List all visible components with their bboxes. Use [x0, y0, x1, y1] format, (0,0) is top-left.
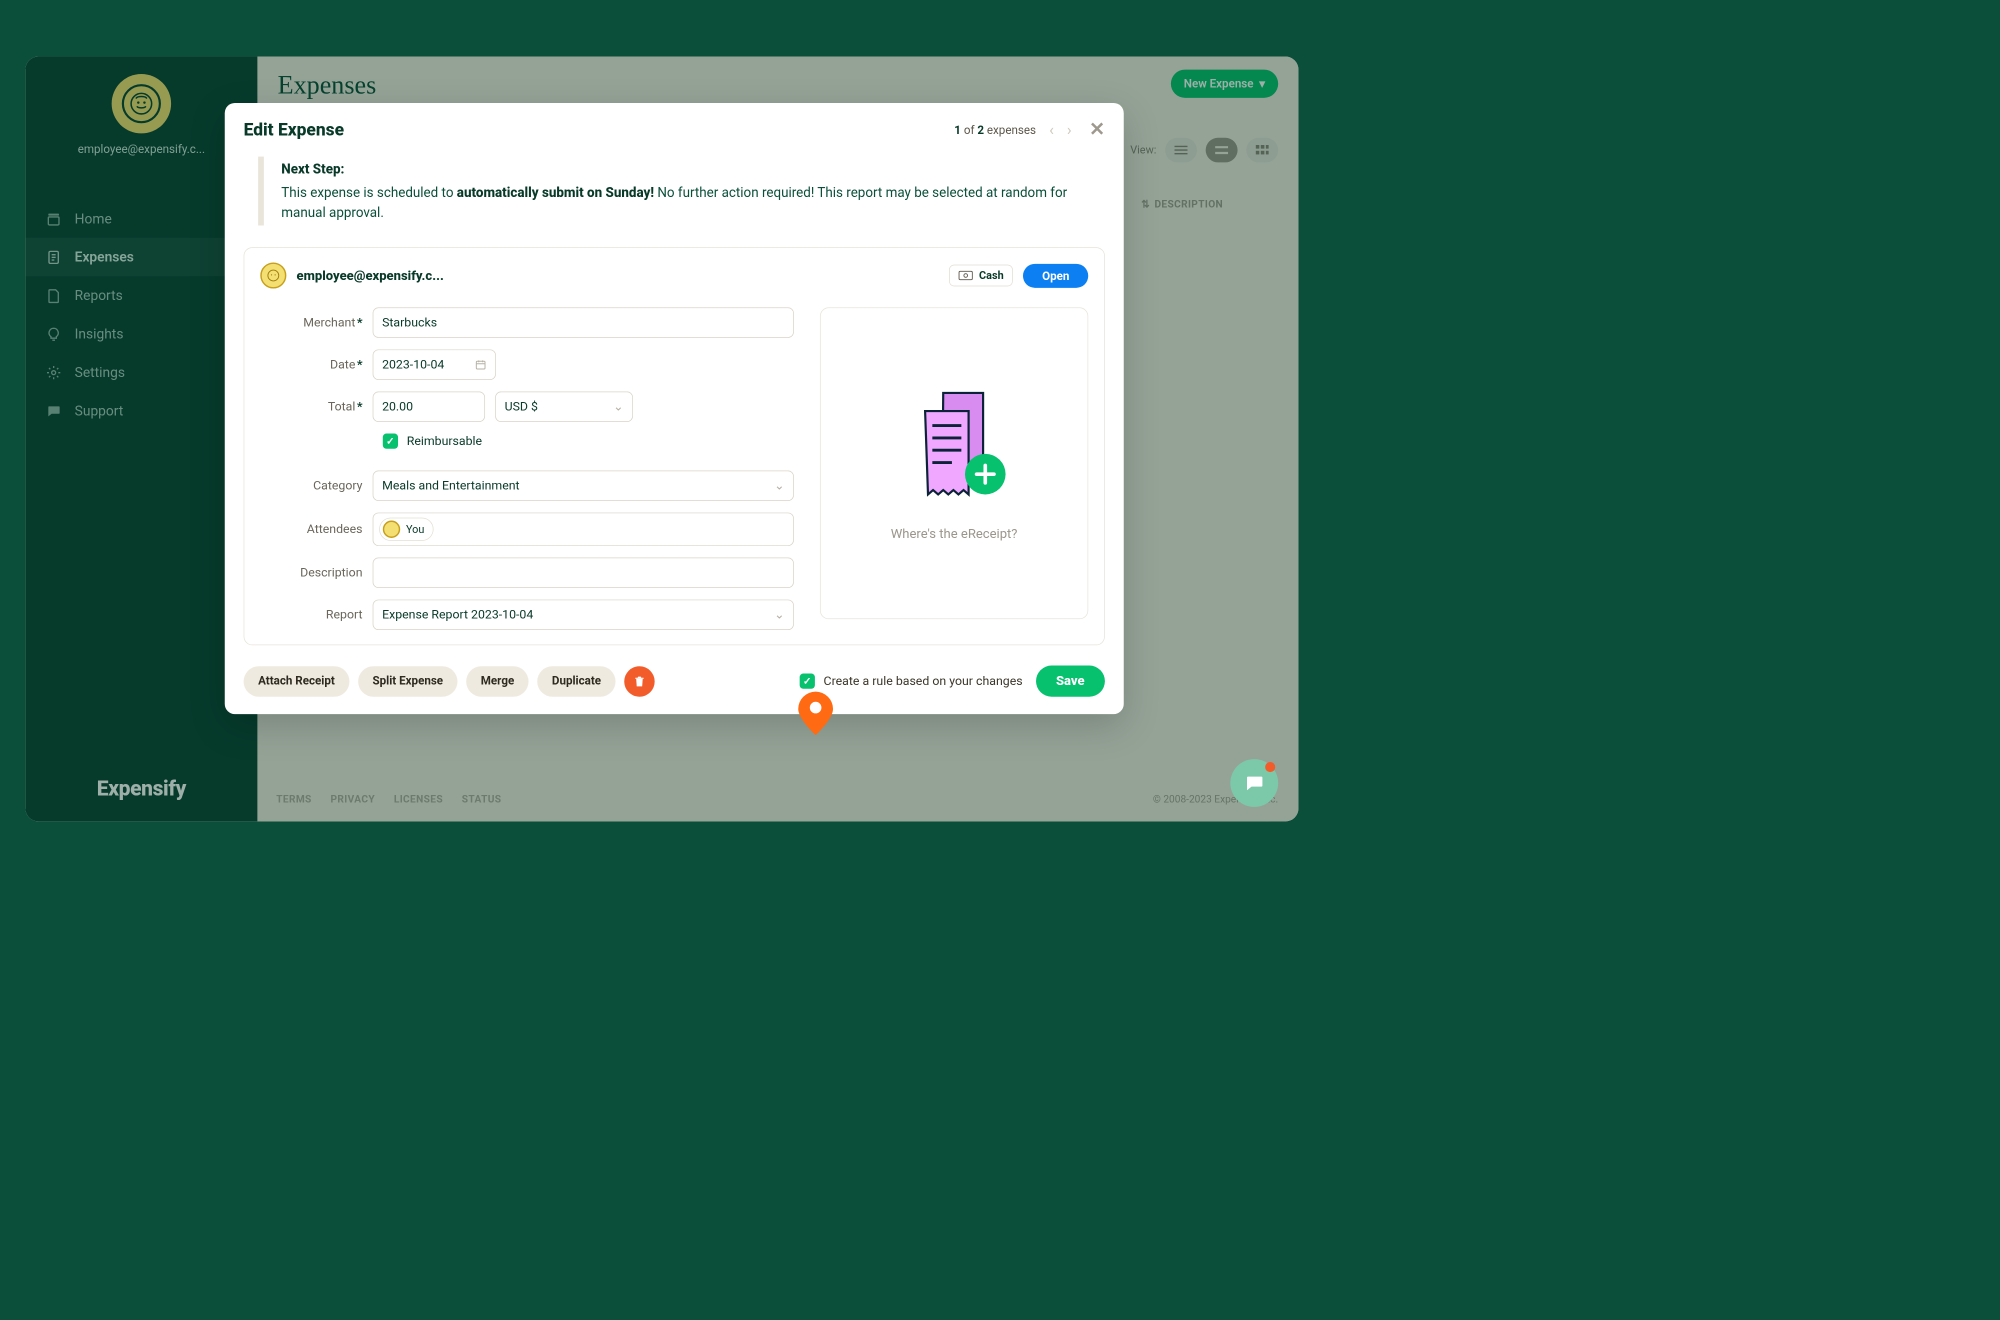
owner-email: employee@expensify.c... — [297, 268, 444, 283]
reimbursable-checkbox-row[interactable]: ✓ Reimbursable — [383, 434, 794, 449]
chevron-down-icon: ⌄ — [774, 608, 784, 623]
cash-label: Cash — [979, 269, 1004, 282]
split-expense-button[interactable]: Split Expense — [358, 666, 458, 696]
receipt-dropzone[interactable]: Where's the eReceipt? — [820, 307, 1088, 619]
attendee-chip[interactable]: You — [379, 518, 434, 541]
cash-icon — [959, 270, 974, 280]
create-rule-checkbox[interactable]: ✓ Create a rule based on your changes — [800, 674, 1023, 689]
merchant-input[interactable]: Starbucks — [373, 307, 794, 337]
next-step-banner: Next Step: This expense is scheduled to … — [258, 157, 1098, 226]
description-label: Description — [260, 566, 372, 581]
receipt-illustration-icon — [900, 385, 1009, 501]
category-select[interactable]: Meals and Entertainment⌄ — [373, 471, 794, 501]
merge-button[interactable]: Merge — [466, 666, 528, 696]
modal-title: Edit Expense — [244, 120, 344, 140]
card-owner: employee@expensify.c... — [260, 262, 444, 288]
action-pills: Attach Receipt Split Expense Merge Dupli… — [244, 666, 655, 696]
support-chat-button[interactable] — [1230, 759, 1278, 807]
modal-close-button[interactable]: ✕ — [1089, 119, 1105, 141]
calendar-icon — [475, 359, 487, 371]
open-button[interactable]: Open — [1023, 264, 1088, 288]
modal-pager: 1 of 2 expenses ‹ › ✕ — [954, 119, 1105, 141]
receipt-column: Where's the eReceipt? — [820, 307, 1088, 630]
currency-select[interactable]: USD $⌄ — [495, 392, 633, 422]
receipt-placeholder-text: Where's the eReceipt? — [891, 526, 1018, 541]
pager-count: 1 of 2 expenses — [954, 123, 1036, 137]
edit-expense-modal: Edit Expense 1 of 2 expenses ‹ › ✕ Next … — [225, 103, 1124, 714]
next-step-text: This expense is scheduled to automatical… — [281, 185, 1067, 221]
delete-button[interactable] — [624, 666, 654, 696]
form-column: Merchant Starbucks Date 2023-10-04 Total… — [260, 307, 794, 630]
attendees-input[interactable]: You — [373, 513, 794, 546]
reimbursable-label: Reimbursable — [407, 434, 482, 449]
total-input[interactable]: 20.00 — [373, 392, 485, 422]
attendee-avatar-icon — [383, 521, 400, 538]
attach-receipt-button[interactable]: Attach Receipt — [244, 666, 350, 696]
pager-prev-button[interactable]: ‹ — [1049, 121, 1054, 139]
checkbox-checked-icon: ✓ — [383, 434, 398, 449]
date-input[interactable]: 2023-10-04 — [373, 349, 496, 379]
pager-next-button[interactable]: › — [1067, 121, 1072, 139]
date-label: Date — [260, 357, 372, 372]
attendees-label: Attendees — [260, 522, 372, 537]
next-step-label: Next Step: — [281, 160, 1097, 180]
chevron-down-icon: ⌄ — [613, 399, 623, 414]
trash-icon — [633, 674, 646, 689]
total-label: Total — [260, 399, 372, 414]
merchant-label: Merchant — [260, 315, 372, 330]
expense-card: employee@expensify.c... Cash Open Mercha… — [244, 247, 1105, 645]
duplicate-button[interactable]: Duplicate — [537, 666, 615, 696]
save-button[interactable]: Save — [1036, 666, 1105, 697]
category-label: Category — [260, 479, 372, 494]
checkbox-checked-icon: ✓ — [800, 674, 815, 689]
payment-type-chip[interactable]: Cash — [949, 265, 1013, 287]
owner-avatar — [260, 262, 286, 288]
report-label: Report — [260, 608, 372, 623]
description-input[interactable] — [373, 558, 794, 588]
chevron-down-icon: ⌄ — [774, 479, 784, 494]
create-rule-label: Create a rule based on your changes — [824, 674, 1023, 689]
annotation-pin-icon — [796, 690, 835, 736]
report-select[interactable]: Expense Report 2023-10-04⌄ — [373, 600, 794, 630]
